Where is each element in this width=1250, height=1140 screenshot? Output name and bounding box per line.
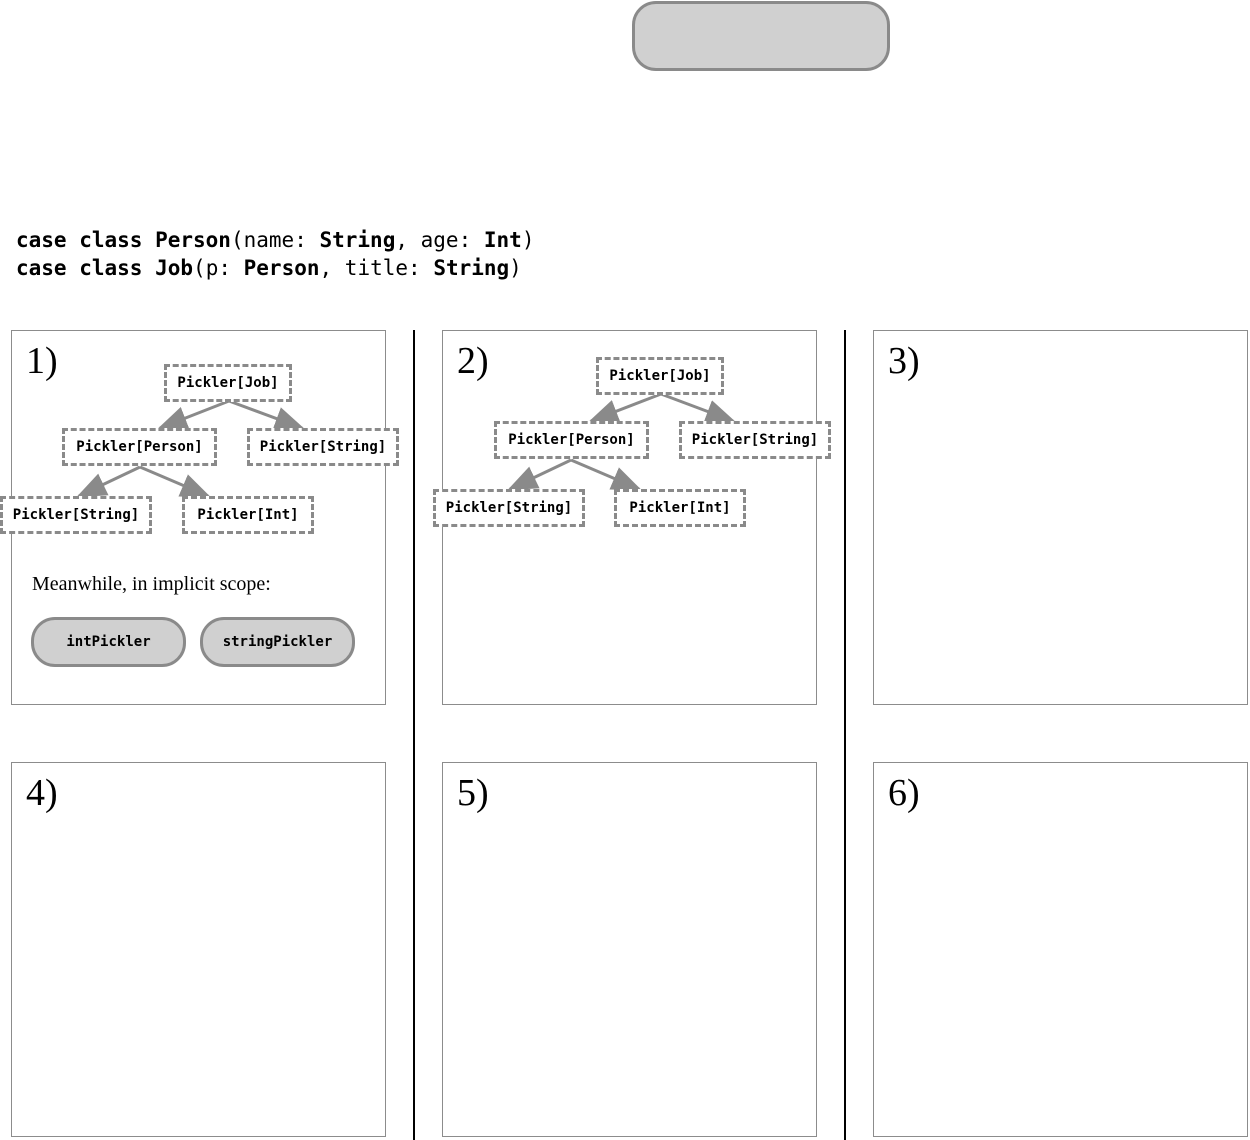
panel-4: 4) [11,762,386,1137]
node-pickler-int-leaf: Pickler[Int] [182,496,314,534]
edge-person-string [507,458,572,491]
node-pickler-string-leaf: Pickler[String] [0,496,152,534]
top-pill [632,1,890,71]
node-pickler-job: Pickler[Job] [596,357,724,395]
panel-number: 4) [26,772,58,814]
panel-3: 3) [873,330,1248,705]
node-pickler-person: Pickler[Person] [494,421,649,459]
edge-person-int [139,465,211,498]
panel-number: 3) [888,340,920,382]
panel-6: 6) [873,762,1248,1137]
implicit-scope-caption: Meanwhile, in implicit scope: [32,573,271,595]
panel-number: 6) [888,772,920,814]
code-line-2: case class Job(p: Person, title: String) [16,256,522,280]
panel-5: 5) [442,762,817,1137]
node-pickler-person: Pickler[Person] [62,428,217,466]
edge-person-int [570,458,642,491]
panel-number: 2) [457,340,489,382]
panel-number: 1) [26,340,58,382]
panel-1: 1) Pickler[Job] Pickler[Person] Pickler[… [0,330,399,705]
edge-job-string [228,399,305,430]
panel-2: 2) Pickler[Job] Pickler[Person] Pickler[… [433,330,831,705]
edge-person-string [76,465,141,498]
edge-job-person [588,392,662,423]
panel-number: 5) [457,772,489,814]
node-pickler-string-leaf: Pickler[String] [433,489,585,527]
string-pickler-pill: stringPickler [200,617,355,667]
column-divider-2 [844,330,846,1140]
node-pickler-string: Pickler[String] [247,428,399,466]
code-block: case class Person(name: String, age: Int… [16,226,534,282]
edge-job-person [157,399,230,430]
column-divider-1 [413,330,415,1140]
node-pickler-int-leaf: Pickler[Int] [614,489,746,527]
code-line-1: case class Person(name: String, age: Int… [16,228,535,252]
int-pickler-pill: intPickler [31,617,186,667]
node-pickler-job: Pickler[Job] [164,364,292,402]
node-pickler-string: Pickler[String] [679,421,831,459]
edge-job-string [660,392,736,423]
